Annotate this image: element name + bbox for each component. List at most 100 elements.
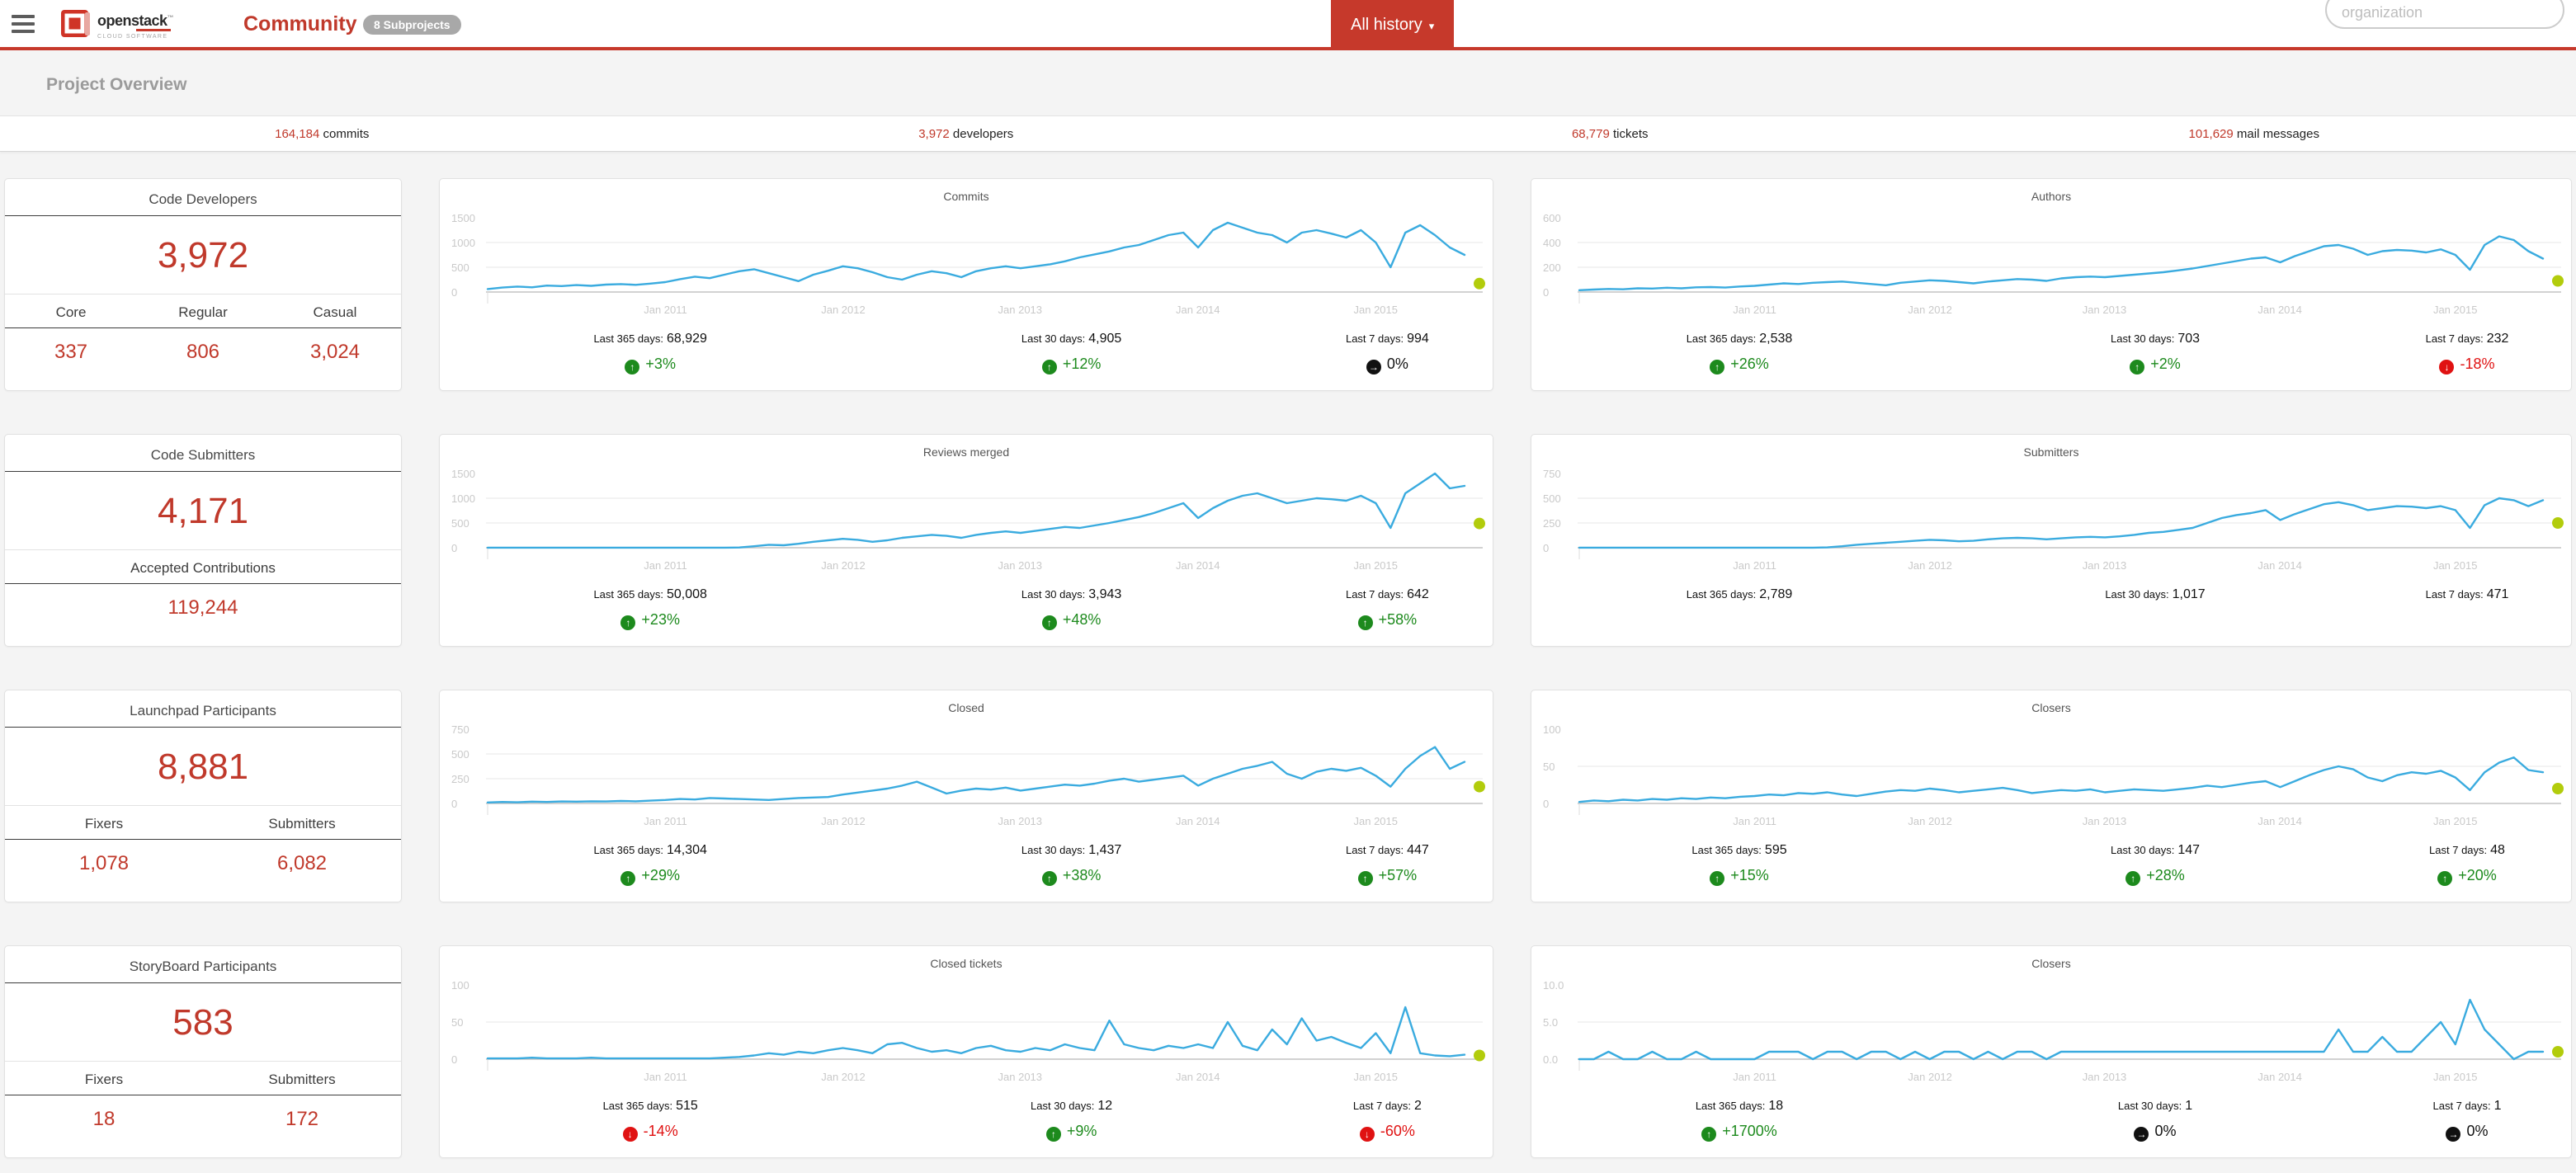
svg-text:Jan 2013: Jan 2013 bbox=[2083, 559, 2127, 572]
chart-title: Closed bbox=[948, 701, 984, 714]
svg-text:0: 0 bbox=[451, 286, 457, 299]
caret-down-icon: ▾ bbox=[1428, 20, 1435, 32]
trend-up-icon: ↑ bbox=[2125, 871, 2141, 886]
svg-text:250: 250 bbox=[451, 773, 469, 785]
svg-text:0: 0 bbox=[451, 1053, 457, 1066]
menu-bar bbox=[12, 29, 35, 33]
line-chart: 0 500 1000 1500 Jan 2011 Jan 2012 Jan 2013 Jan … bbox=[440, 460, 1493, 584]
svg-text:Jan 2012: Jan 2012 bbox=[1908, 559, 1952, 572]
chart-stats: Last 365 days: 515 ↓ -14% Last 30 days: 12 ↑ +9… bbox=[440, 1099, 1493, 1142]
stat-value: 1,017 bbox=[2172, 587, 2206, 601]
trend-up-icon: ↑ bbox=[1045, 1127, 1061, 1142]
chart-svg: 0 50 100 Jan 2011 Jan 2012 Jan 2013 Jan 2014 Ja… bbox=[1543, 723, 2564, 827]
trend-down-icon: ↓ bbox=[2439, 360, 2455, 375]
chart-stat: Last 7 days: 447 ↑ +57% bbox=[1282, 843, 1493, 886]
stat-subcolumn-label: Submitters bbox=[203, 1062, 401, 1095]
svg-text:500: 500 bbox=[451, 517, 469, 530]
chart-card-closed-tickets: Closed tickets 0 50 100 Jan 2011 Jan 2012 Jan… bbox=[439, 945, 1493, 1158]
chart-svg: 0 500 1000 1500 Jan 2011 Jan 2012 Jan 2013 Jan … bbox=[451, 468, 1485, 572]
stat-card-launchpad-participants: Launchpad Participants 8,881 Fixers 1,07… bbox=[4, 690, 402, 902]
svg-text:Jan 2011: Jan 2011 bbox=[644, 304, 687, 316]
stat-value: 14,304 bbox=[667, 843, 707, 857]
current-period-dot bbox=[1474, 517, 1485, 530]
summary-tickets-value: 68,779 bbox=[1571, 126, 1610, 141]
stat-label: Last 365 days: bbox=[1686, 588, 1757, 601]
chart-stat: Last 365 days: 14,304 ↑ +29% bbox=[440, 843, 861, 886]
stat-label: Last 30 days: bbox=[2110, 332, 2175, 345]
stat-label: Last 7 days: bbox=[1345, 844, 1404, 856]
svg-text:100: 100 bbox=[451, 979, 469, 992]
svg-text:Jan 2012: Jan 2012 bbox=[821, 304, 866, 316]
stat-subcolumn-label: Casual bbox=[269, 294, 401, 328]
line-chart: 0 50 100 Jan 2011 Jan 2012 Jan 2013 Jan 2014 Ja… bbox=[440, 972, 1493, 1095]
stat-value: 232 bbox=[2486, 332, 2509, 346]
chart-stat: Last 365 days: 2,789 bbox=[1531, 587, 1947, 602]
svg-text:Jan 2013: Jan 2013 bbox=[2083, 815, 2127, 827]
svg-text:Jan 2014: Jan 2014 bbox=[2258, 559, 2302, 572]
trend-up-icon: ↑ bbox=[625, 360, 640, 375]
chart-card-reviews-merged: Reviews merged 0 500 1000 1500 Jan 2011 Jan 2… bbox=[439, 434, 1493, 647]
openstack-logo-icon bbox=[59, 6, 92, 46]
trend-value: +26% bbox=[1730, 356, 1769, 372]
stat-subcolumn-label: Fixers bbox=[5, 806, 203, 840]
stat-label: Last 7 days: bbox=[2429, 844, 2488, 856]
svg-text:1000: 1000 bbox=[451, 237, 475, 249]
chart-stat: Last 7 days: 48 ↑ +20% bbox=[2363, 843, 2571, 886]
chart-stats: Last 365 days: 14,304 ↑ +29% Last 30 days: 1,… bbox=[440, 843, 1493, 886]
stat-label: Last 30 days: bbox=[1021, 588, 1086, 601]
stat-subcolumn-value: 3,024 bbox=[309, 341, 361, 363]
current-period-dot bbox=[1474, 1049, 1485, 1062]
stat-label: Last 30 days: bbox=[1031, 1100, 1095, 1112]
openstack-logo[interactable]: openstack™ CLOUD SOFTWARE bbox=[59, 6, 174, 46]
trend-down-icon: ↓ bbox=[622, 1127, 638, 1142]
menu-icon[interactable] bbox=[12, 14, 36, 37]
svg-text:Jan 2013: Jan 2013 bbox=[998, 559, 1043, 572]
trend-up-icon: ↑ bbox=[620, 871, 636, 886]
row-code-developers: Code Developers 3,972 Core 337 Regular 8… bbox=[4, 178, 2572, 391]
summary-developers-label: developers bbox=[952, 126, 1014, 141]
svg-text:Jan 2015: Jan 2015 bbox=[1354, 1071, 1399, 1083]
stat-value: 642 bbox=[1407, 587, 1429, 601]
stat-subcolumn: Submitters 172 bbox=[203, 1062, 401, 1131]
chart-card-closers: Closers 0 50 100 Jan 2011 Jan 2012 Jan 2013 Ja… bbox=[1531, 690, 2572, 902]
svg-text:Jan 2011: Jan 2011 bbox=[644, 815, 687, 827]
date-range-dropdown[interactable]: All history ▾ bbox=[1331, 0, 1455, 50]
trend-up-icon: ↑ bbox=[1701, 1127, 1717, 1142]
stat-label: Last 365 days: bbox=[593, 844, 663, 856]
stat-value: 595 bbox=[1764, 843, 1787, 857]
svg-text:Jan 2015: Jan 2015 bbox=[1354, 304, 1399, 316]
current-period-dot bbox=[1474, 277, 1485, 290]
stat-value: 4,905 bbox=[1088, 332, 1122, 346]
chart-stats: Last 365 days: 2,789 Last 30 days: 1,017 Las… bbox=[1531, 587, 2571, 602]
trend-down-icon: ↓ bbox=[1359, 1127, 1375, 1142]
svg-text:750: 750 bbox=[1543, 468, 1561, 480]
trend-flat-icon: → bbox=[1366, 360, 1381, 375]
row-storyboard: StoryBoard Participants 583 Fixers 18 Su… bbox=[4, 945, 2572, 1158]
summary-tickets: 68,779 tickets bbox=[1288, 127, 1932, 141]
line-chart: 0.0 5.0 10.0 Jan 2011 Jan 2012 Jan 2013 Jan 20… bbox=[1531, 972, 2571, 1095]
stat-label: Last 7 days: bbox=[1352, 1100, 1411, 1112]
stat-subcolumn-label: Regular bbox=[137, 294, 269, 328]
chart-stats: Last 365 days: 18 ↑ +1700% Last 30 days: 1 → 0%… bbox=[1531, 1099, 2571, 1142]
svg-text:Jan 2015: Jan 2015 bbox=[1354, 559, 1399, 572]
trend-value: 0% bbox=[2466, 1123, 2489, 1139]
summary-mail: 101,629 mail messages bbox=[1932, 127, 2576, 141]
svg-text:Jan 2012: Jan 2012 bbox=[821, 559, 866, 572]
chart-stat: Last 7 days: 2 ↓ -60% bbox=[1282, 1099, 1493, 1142]
organization-search-input[interactable] bbox=[2325, 0, 2564, 29]
svg-text:Jan 2014: Jan 2014 bbox=[1176, 1071, 1220, 1083]
current-period-dot bbox=[2552, 783, 2564, 794]
stat-value: 2 bbox=[1413, 1099, 1422, 1113]
svg-text:Jan 2012: Jan 2012 bbox=[821, 815, 866, 827]
chart-stat: Last 7 days: 471 bbox=[2363, 587, 2571, 602]
row-launchpad: Launchpad Participants 8,881 Fixers 1,07… bbox=[4, 690, 2572, 902]
chart-title: Closers bbox=[2031, 701, 2071, 714]
trend-value: +38% bbox=[1062, 867, 1102, 883]
line-chart: 0 200 400 600 Jan 2011 Jan 2012 Jan 2013 Jan 20… bbox=[1531, 205, 2571, 328]
svg-text:Jan 2015: Jan 2015 bbox=[2433, 815, 2478, 827]
trend-up-icon: ↑ bbox=[2130, 360, 2145, 375]
stat-subcolumn: Core 337 bbox=[5, 294, 137, 364]
summary-tickets-label: tickets bbox=[1613, 126, 1649, 141]
trend-value: -60% bbox=[1380, 1123, 1415, 1139]
stat-label: Last 7 days: bbox=[2425, 588, 2484, 601]
